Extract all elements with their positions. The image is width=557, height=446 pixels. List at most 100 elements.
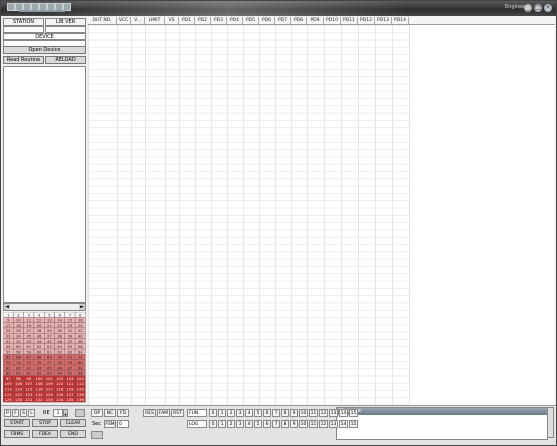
res-button[interactable]: RES [143, 409, 156, 417]
column-header[interactable]: V... [131, 17, 145, 24]
p-toggle[interactable]: P [4, 409, 11, 417]
column-header[interactable]: DUT NO. [88, 17, 117, 24]
log-slot-button[interactable]: 11 [309, 420, 318, 428]
maximize-button[interactable]: □ [534, 4, 542, 12]
column-header[interactable]: PD10 [324, 17, 341, 24]
fun-slot-button[interactable]: 5 [254, 409, 262, 417]
site-cell-label: 25 [6, 328, 11, 333]
fun-slot-button[interactable]: 0 [209, 409, 217, 417]
site-cell-label: 116 [35, 387, 43, 392]
column-header[interactable]: PD5 [243, 17, 259, 24]
f-toggle[interactable]: F [12, 409, 19, 417]
column-header[interactable]: PD14 [392, 17, 409, 24]
log-slot-button[interactable]: 2 [227, 420, 235, 428]
start-button[interactable]: START [4, 419, 30, 427]
rst-button[interactable]: RST [171, 409, 184, 417]
log-slot-button[interactable]: 8 [281, 420, 289, 428]
log-slot-button[interactable]: 10 [299, 420, 308, 428]
column-header[interactable]: LIMIT [145, 17, 165, 24]
log-slot-button[interactable]: 9 [290, 420, 298, 428]
fun-slot-button[interactable]: 13 [329, 409, 338, 417]
nc-button[interactable]: NC [104, 409, 116, 417]
results-table-grid[interactable] [88, 25, 555, 405]
re-spinner[interactable]: ▲ [63, 409, 68, 417]
column-header[interactable]: PD7 [275, 17, 291, 24]
log-slot-button[interactable]: 7 [272, 420, 280, 428]
lib-ver-value [45, 26, 86, 33]
re-extra-button[interactable] [75, 409, 85, 417]
column-header[interactable]: PD1 [179, 17, 195, 24]
fam-button[interactable]: FAM [157, 409, 170, 417]
log-slot-button[interactable]: 5 [254, 420, 262, 428]
fun-slot-button[interactable]: 6 [263, 409, 271, 417]
fun-slot-button[interactable]: 7 [272, 409, 280, 417]
fun-slot-button[interactable]: 11 [309, 409, 318, 417]
log-slot-button[interactable]: 0 [209, 420, 217, 428]
fun-slot-button[interactable]: 3 [236, 409, 244, 417]
scroll-left-icon[interactable]: ◄ [4, 304, 10, 310]
log-slot-button[interactable]: 14 [339, 420, 348, 428]
re-input[interactable]: 1 [53, 409, 63, 417]
small-extra-button[interactable] [91, 431, 103, 439]
site-cell-label: 85 [47, 365, 52, 370]
log-slot-button[interactable]: 12 [319, 420, 328, 428]
fun-slot-button[interactable]: 4 [245, 409, 253, 417]
column-header[interactable]: PD11 [341, 17, 358, 24]
site-cell-label: 120 [77, 387, 85, 392]
result-list[interactable] [3, 66, 86, 303]
site-cell-label: 104 [77, 376, 85, 381]
column-header[interactable]: PD6 [259, 17, 275, 24]
reload-button[interactable]: RELOAD [45, 56, 86, 64]
horizontal-scrollbar[interactable]: ◄ ► [3, 303, 86, 311]
site-cell-label: 122 [15, 392, 23, 397]
fsm-input[interactable]: 0 [117, 420, 129, 428]
fdea-button[interactable]: FDEA [32, 430, 58, 438]
minimize-button[interactable]: _ [524, 4, 532, 12]
column-header[interactable]: PD9 [307, 17, 324, 24]
log-slot-button[interactable]: 4 [245, 420, 253, 428]
site-cell-label: 107 [25, 381, 33, 386]
column-header[interactable]: PD12 [358, 17, 375, 24]
op-button[interactable]: OP [91, 409, 103, 417]
log-slot-button[interactable]: 1 [218, 420, 226, 428]
fun-slot-button[interactable]: 8 [281, 409, 289, 417]
close-button[interactable]: × [544, 4, 552, 12]
clear-button[interactable]: CLEAR [60, 419, 86, 427]
l-toggle[interactable]: L [28, 409, 35, 417]
stop-button[interactable]: STOP [32, 419, 58, 427]
log-slot-button[interactable]: 15 [349, 420, 358, 428]
fun-slot-button[interactable]: 10 [299, 409, 308, 417]
open-device-button[interactable]: Open Device [3, 46, 86, 54]
log-slot-button[interactable]: 6 [263, 420, 271, 428]
column-header[interactable]: PD8 [291, 17, 307, 24]
log-slot-button[interactable]: 3 [236, 420, 244, 428]
end-button[interactable]: END [60, 430, 86, 438]
fun-slot-button[interactable]: 14 [339, 409, 348, 417]
column-header[interactable]: VCC [117, 17, 131, 24]
column-header[interactable]: PD13 [375, 17, 392, 24]
log-slot-button[interactable]: 13 [329, 420, 338, 428]
column-header[interactable]: PD4 [227, 17, 243, 24]
fd-button[interactable]: FD [117, 409, 129, 417]
column-header[interactable]: PD2 [195, 17, 211, 24]
site-cell-label: 64 [78, 349, 83, 354]
message-scrollbar[interactable] [547, 407, 554, 438]
s-toggle[interactable]: S [20, 409, 27, 417]
column-header[interactable]: VS [165, 17, 179, 24]
fbms-button[interactable]: FBMS [4, 430, 30, 438]
column-header[interactable]: PD3 [211, 17, 227, 24]
sec-label: Sec [92, 421, 101, 427]
fun-slot-button[interactable]: 15 [349, 409, 358, 417]
site-cell-label: 30 [57, 328, 62, 333]
re-label: RE [43, 410, 50, 416]
fun-slot-button[interactable]: 2 [227, 409, 235, 417]
site-cell-label: 62 [57, 349, 62, 354]
read-routine-button[interactable]: Read Routine [3, 56, 44, 64]
fun-slot-button[interactable]: 9 [290, 409, 298, 417]
fun-slot-button[interactable]: 12 [319, 409, 328, 417]
site-cell-label: 52 [37, 344, 42, 349]
site-cell-label: 95 [68, 371, 73, 376]
site-cell-label: 49 [6, 344, 11, 349]
scroll-right-icon[interactable]: ► [79, 304, 85, 310]
fun-slot-button[interactable]: 1 [218, 409, 226, 417]
